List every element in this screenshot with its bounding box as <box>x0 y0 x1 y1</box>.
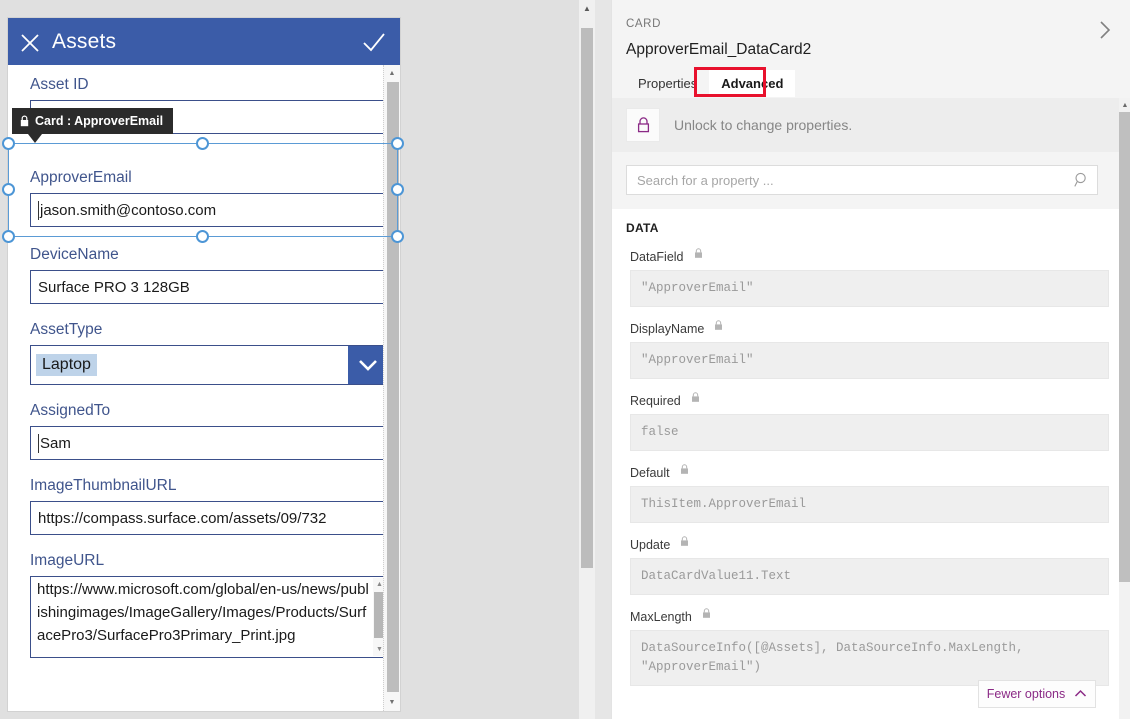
property-row-displayname: DisplayName "ApproverEmail" <box>612 307 1130 379</box>
property-value[interactable]: ThisItem.ApproverEmail <box>630 486 1109 523</box>
tab-advanced[interactable]: Advanced <box>709 70 796 97</box>
field-value: Laptop <box>36 354 97 376</box>
field-label: DeviceName <box>30 246 119 263</box>
property-label: Required <box>630 393 681 408</box>
search-icon[interactable] <box>1067 172 1097 188</box>
lock-icon <box>714 320 723 331</box>
text-input-image-thumbnail-url[interactable]: https://compass.surface.com/assets/09/73… <box>30 501 388 535</box>
property-value[interactable]: DataCardValue11.Text <box>630 558 1109 595</box>
datacard-device-name[interactable]: DeviceName Surface PRO 3 128GB <box>8 235 400 304</box>
lock-icon <box>680 464 689 475</box>
field-label: AssignedTo <box>30 402 111 419</box>
property-list: DATA DataField "ApproverEmail" DisplayNa… <box>612 209 1130 719</box>
field-value: jason.smith@contoso.com <box>40 201 217 219</box>
scroll-up-icon[interactable]: ▲ <box>579 0 595 17</box>
scrollbar-thumb[interactable] <box>387 82 399 692</box>
app-screen-title: Assets <box>52 29 117 53</box>
fewer-options-label: Fewer options <box>986 687 1066 701</box>
lock-banner-text: Unlock to change properties. <box>674 117 853 133</box>
datacard-image-url[interactable]: ImageURL https://www.microsoft.com/globa… <box>8 541 400 658</box>
app-screen-scrollbar[interactable]: ▲ ▼ <box>383 65 400 711</box>
checkmark-icon[interactable] <box>348 18 400 65</box>
textarea-image-url[interactable]: https://www.microsoft.com/global/en-us/n… <box>30 576 388 658</box>
field-label: ApproverEmail <box>30 169 132 186</box>
scroll-down-icon[interactable]: ▼ <box>384 694 400 711</box>
lock-icon <box>694 248 703 259</box>
property-value[interactable]: "ApproverEmail" <box>630 342 1109 379</box>
property-row-maxlength: MaxLength DataSourceInfo([@Assets], Data… <box>612 595 1130 686</box>
text-caret <box>38 433 39 453</box>
section-title-data: DATA <box>626 221 659 235</box>
search-input[interactable] <box>627 172 1067 188</box>
chevron-right-icon[interactable] <box>1091 16 1119 44</box>
property-label: Default <box>630 465 670 480</box>
chevron-down-icon[interactable] <box>348 346 387 384</box>
panel-scrollbar[interactable]: ▲ <box>1119 98 1130 719</box>
property-value[interactable]: false <box>630 414 1109 451</box>
card-tooltip: Card : ApproverEmail <box>12 108 174 143</box>
property-label: Update <box>630 537 671 552</box>
property-row-datafield: DataField "ApproverEmail" <box>612 235 1130 307</box>
text-caret <box>38 200 39 220</box>
text-input-device-name[interactable]: Surface PRO 3 128GB <box>30 270 388 304</box>
datacard-image-thumbnail-url[interactable]: ImageThumbnailURL https://compass.surfac… <box>8 466 400 535</box>
edit-form: Asset ID ApproverEmail jason.smith@conto… <box>8 65 400 711</box>
scrollbar-thumb[interactable] <box>1119 112 1130 582</box>
close-icon[interactable] <box>8 18 52 65</box>
datacard-assigned-to[interactable]: AssignedTo Sam <box>8 391 400 460</box>
property-label: MaxLength <box>630 609 692 624</box>
property-value[interactable]: DataSourceInfo([@Assets], DataSourceInfo… <box>630 630 1109 686</box>
panel-tabs: Properties Advanced <box>626 70 796 97</box>
canvas-scrollbar[interactable]: ▲ <box>579 0 595 719</box>
properties-panel: CARD ApproverEmail_DataCard2 Properties … <box>611 0 1130 719</box>
lock-closed-icon[interactable] <box>626 108 660 142</box>
text-input-approver-email[interactable]: jason.smith@contoso.com <box>30 193 388 227</box>
field-value: https://www.microsoft.com/global/en-us/n… <box>37 581 369 644</box>
app-canvas-area: Assets Asset ID ApproverEmail jason.smit… <box>0 0 595 719</box>
datacard-approver-email[interactable]: ApproverEmail jason.smith@contoso.com <box>8 158 400 227</box>
datacard-asset-type[interactable]: AssetType Laptop <box>8 310 400 385</box>
field-label: ImageURL <box>30 552 105 569</box>
lock-banner[interactable]: Unlock to change properties. <box>612 98 1130 153</box>
tooltip-text: Card : ApproverEmail <box>35 114 164 128</box>
property-row-required: Required false <box>612 379 1130 451</box>
scroll-up-icon[interactable]: ▲ <box>384 65 400 82</box>
chevron-up-icon <box>1074 687 1087 701</box>
lock-icon <box>680 536 689 547</box>
property-row-default: Default ThisItem.ApproverEmail <box>612 451 1130 523</box>
lock-icon <box>691 392 700 403</box>
field-value: Sam <box>40 434 71 452</box>
scrollbar-thumb[interactable] <box>581 28 593 568</box>
lock-icon <box>20 115 29 127</box>
panel-header: CARD ApproverEmail_DataCard2 Properties … <box>612 0 1130 98</box>
field-label: Asset ID <box>30 76 89 93</box>
fewer-options-button[interactable]: Fewer options <box>978 680 1096 708</box>
property-label: DataField <box>630 249 684 264</box>
field-label: ImageThumbnailURL <box>30 477 177 494</box>
combobox-asset-type[interactable]: Laptop <box>30 345 388 385</box>
field-value: https://compass.surface.com/assets/09/73… <box>38 509 327 527</box>
property-search-box[interactable] <box>626 165 1098 195</box>
panel-search-zone <box>612 152 1130 210</box>
panel-title: ApproverEmail_DataCard2 <box>626 41 812 58</box>
property-value[interactable]: "ApproverEmail" <box>630 270 1109 307</box>
field-value: Surface PRO 3 128GB <box>38 278 190 296</box>
tab-properties[interactable]: Properties <box>626 70 709 97</box>
scroll-up-icon[interactable]: ▲ <box>1119 98 1130 112</box>
lock-icon <box>702 608 711 619</box>
property-row-update: Update DataCardValue11.Text <box>612 523 1130 595</box>
field-label: AssetType <box>30 321 103 338</box>
text-input-assigned-to[interactable]: Sam <box>30 426 388 460</box>
property-label: DisplayName <box>630 321 705 336</box>
app-screen-header: Assets <box>8 18 400 65</box>
panel-kicker: CARD <box>626 18 661 30</box>
